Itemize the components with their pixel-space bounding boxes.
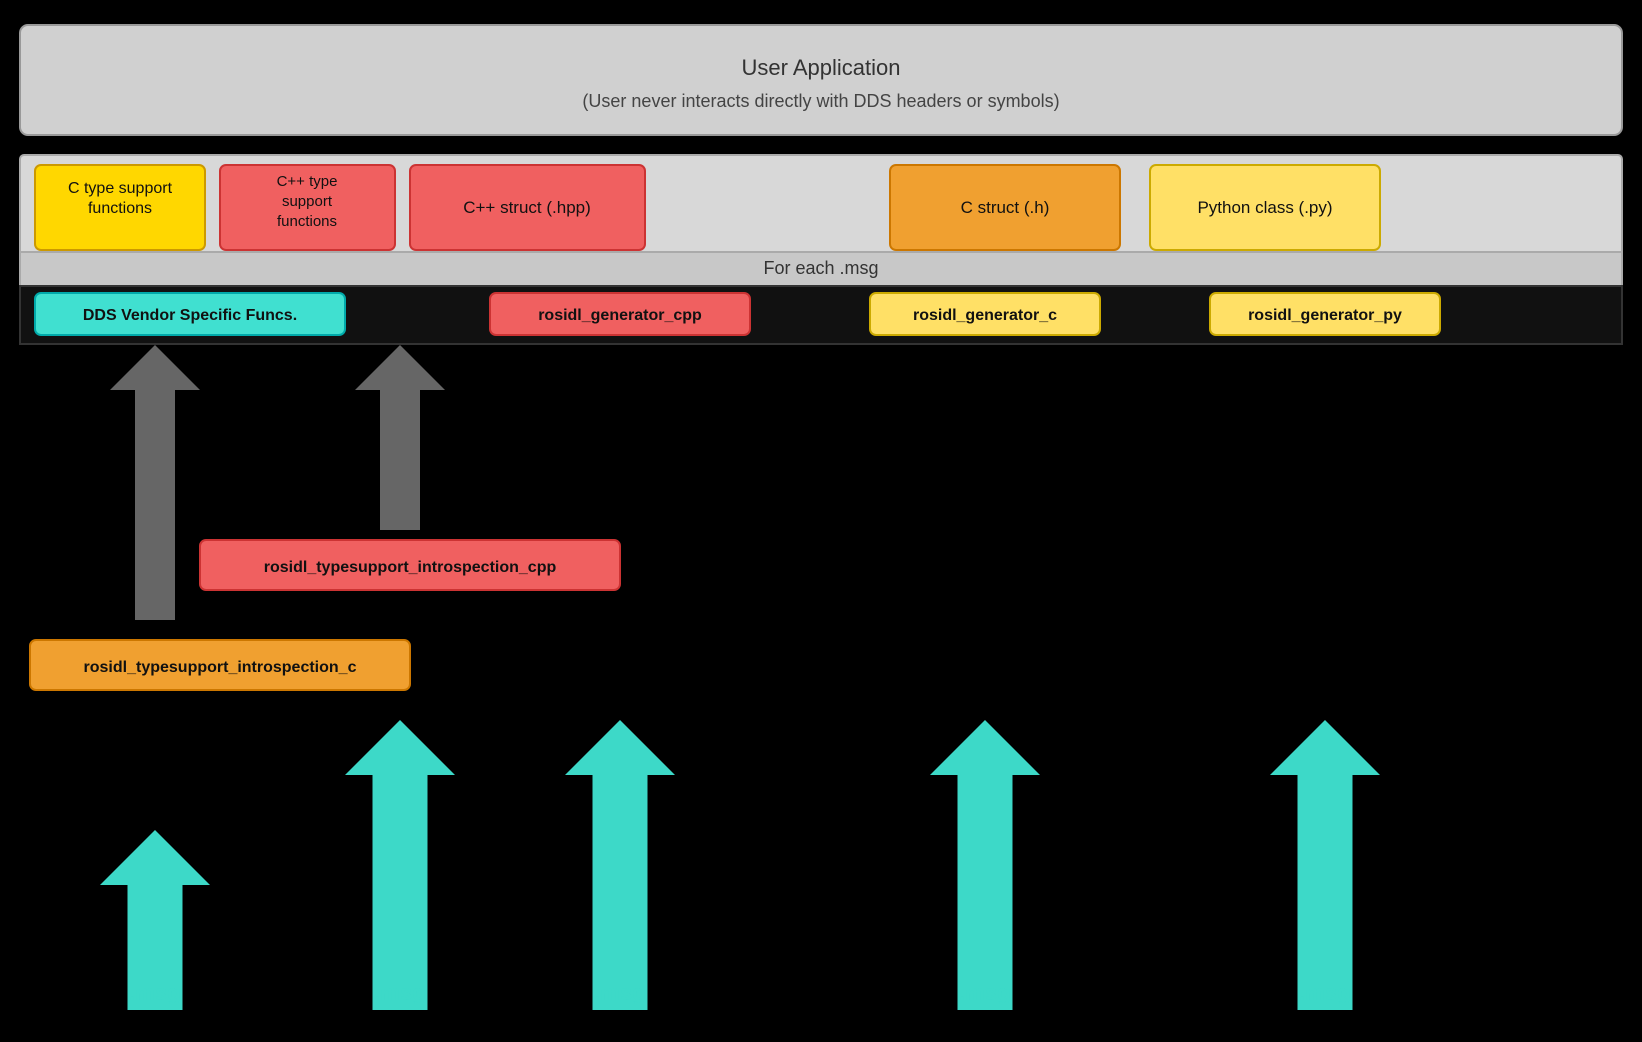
svg-text:functions: functions (88, 200, 152, 217)
svg-text:rosidl_generator_c: rosidl_generator_c (913, 307, 1057, 324)
svg-text:Python class (.py): Python class (.py) (1197, 198, 1332, 217)
svg-text:DDS Vendor Specific Funcs.: DDS Vendor Specific Funcs. (83, 307, 297, 324)
svg-text:functions: functions (277, 213, 337, 230)
svg-text:rosidl_typesupport_introspecti: rosidl_typesupport_introspection_cpp (264, 559, 557, 576)
svg-text:C struct (.h): C struct (.h) (961, 198, 1050, 217)
svg-text:For each .msg: For each .msg (763, 258, 878, 278)
main-diagram-svg: User Application (User never interacts di… (0, 0, 1642, 1042)
svg-text:rosidl_generator_cpp: rosidl_generator_cpp (538, 307, 702, 324)
svg-text:(User never interacts directly: (User never interacts directly with DDS … (582, 91, 1059, 111)
svg-text:.msg: .msg (1299, 980, 1350, 1005)
svg-text:C++ type: C++ type (277, 173, 338, 190)
svg-text:.msg: .msg (594, 980, 645, 1005)
svg-text:C type support: C type support (68, 180, 173, 197)
svg-text:.msg: .msg (959, 980, 1010, 1005)
svg-text:.msg: .msg (129, 980, 180, 1005)
svg-text:.msg: .msg (374, 980, 425, 1005)
svg-text:User Application: User Application (742, 55, 901, 80)
svg-text:rosidl_typesupport_introspecti: rosidl_typesupport_introspection_c (84, 659, 357, 676)
svg-text:support: support (282, 193, 333, 210)
svg-text:rosidl_generator_py: rosidl_generator_py (1248, 307, 1402, 324)
svg-text:C++ struct (.hpp): C++ struct (.hpp) (463, 198, 591, 217)
